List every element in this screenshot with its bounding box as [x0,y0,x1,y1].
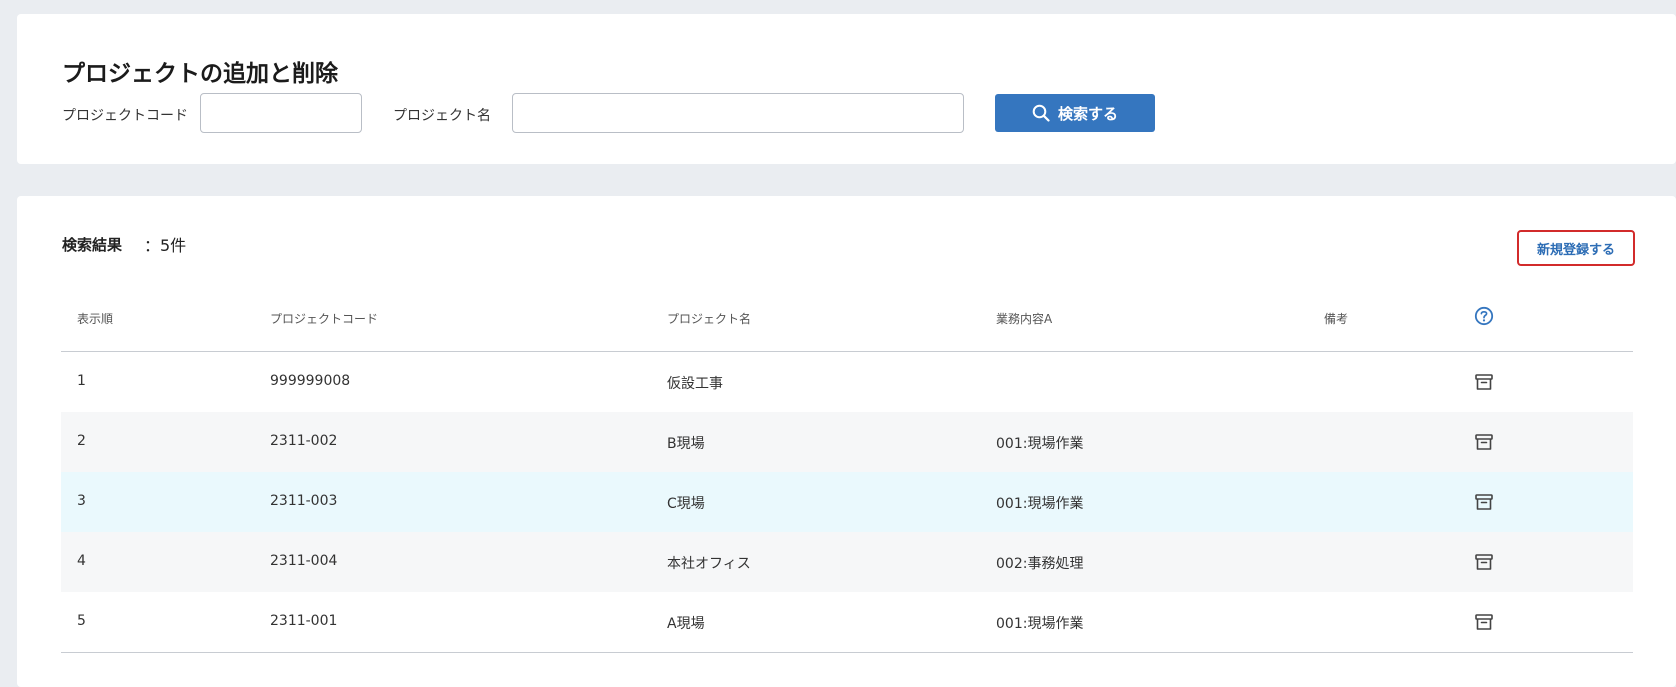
cell-work: 002:事務処理 [996,556,1084,572]
cell-name: C現場 [667,496,705,512]
project-code-input[interactable] [200,93,362,133]
cell-order: 4 [77,553,86,569]
search-button-label: 検索する [1057,104,1118,123]
archive-icon[interactable] [1474,372,1494,392]
cell-work: 001:現場作業 [996,616,1084,632]
table-header: 表示順 プロジェクトコード プロジェクト名 業務内容A 備考 [61,286,1633,352]
results-count: ：5件 [144,236,187,255]
cell-name: B現場 [667,436,705,452]
archive-icon[interactable] [1474,432,1494,452]
column-header-name: プロジェクト名 [667,312,752,326]
help-circle-icon[interactable] [1474,306,1494,329]
cell-order: 1 [77,373,86,389]
cell-code: 2311-001 [270,613,338,629]
cell-work: 001:現場作業 [996,436,1084,452]
project-name-input[interactable] [512,93,964,133]
search-panel: プロジェクトの追加と削除 プロジェクトコード プロジェクト名 検索する [17,14,1676,164]
column-header-work: 業務内容A [996,312,1053,326]
column-header-code: プロジェクトコード [270,312,379,326]
cell-work: 001:現場作業 [996,496,1084,512]
table-row: 4 2311-004 本社オフィス 002:事務処理 [61,532,1633,592]
cell-code: 2311-003 [270,493,338,509]
column-header-order: 表示順 [77,312,114,326]
cell-code: 2311-004 [270,553,338,569]
archive-icon[interactable] [1474,492,1494,512]
cell-order: 2 [77,433,86,449]
results-panel: 検索結果 ：5件 新規登録する 表示順 プロジェクトコード プロジェクト名 業務… [17,196,1676,687]
table-row: 1 999999008 仮設工事 [61,352,1633,412]
new-register-button[interactable]: 新規登録する [1517,230,1635,266]
archive-icon[interactable] [1474,552,1494,572]
cell-name: 本社オフィス [667,556,751,572]
results-table: 表示順 プロジェクトコード プロジェクト名 業務内容A 備考 1 9999990… [61,286,1633,653]
cell-order: 3 [77,493,86,509]
cell-name: A現場 [667,616,705,632]
column-header-note: 備考 [1324,312,1349,326]
archive-icon[interactable] [1474,612,1494,632]
cell-order: 5 [77,613,86,629]
page-title: プロジェクトの追加と削除 [62,61,338,87]
table-row: 2 2311-002 B現場 001:現場作業 [61,412,1633,472]
results-label: 検索結果 [62,236,123,254]
cell-code: 2311-002 [270,433,338,449]
project-code-label: プロジェクトコード [62,108,188,124]
search-button[interactable]: 検索する [995,94,1155,132]
search-icon [1032,104,1050,122]
table-row: 5 2311-001 A現場 001:現場作業 [61,592,1633,653]
table-row: 3 2311-003 C現場 001:現場作業 [61,472,1633,532]
cell-name: 仮設工事 [667,376,723,392]
cell-code: 999999008 [270,373,351,389]
project-name-label: プロジェクト名 [393,108,491,124]
